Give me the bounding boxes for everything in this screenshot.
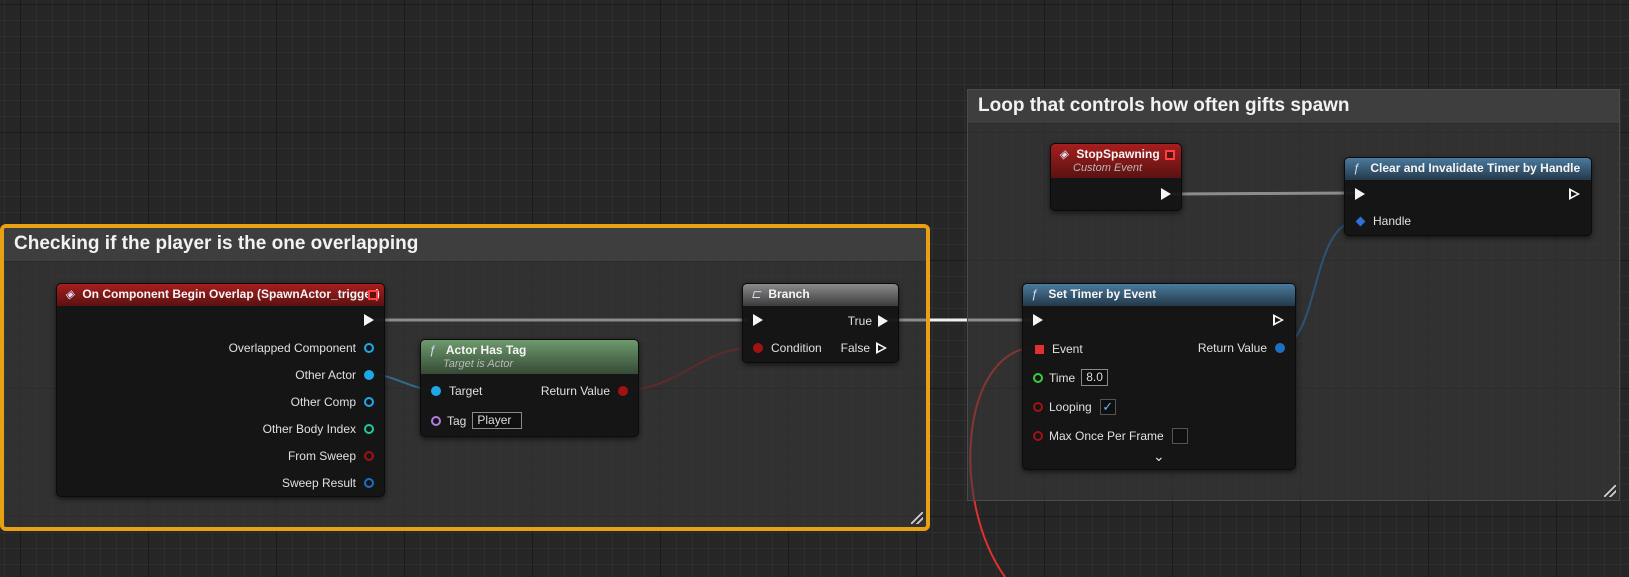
exec-out-pin[interactable] xyxy=(1161,188,1171,200)
max-once-checkbox[interactable] xyxy=(1171,428,1188,444)
node-header: ◈ StopSpawning Custom Event xyxy=(1051,144,1181,178)
exec-out-pin[interactable] xyxy=(364,314,374,326)
bool-pin-icon xyxy=(1033,431,1043,441)
function-icon: ƒ xyxy=(1353,161,1360,175)
comment-title: Checking if the player is the one overla… xyxy=(4,228,926,262)
node-header: ƒ Actor Has Tag Target is Actor xyxy=(421,340,638,374)
pin-return-value[interactable]: Return Value xyxy=(541,384,628,398)
object-pin-icon xyxy=(431,386,441,396)
function-icon: ƒ xyxy=(1031,287,1038,301)
node-stop-spawning[interactable]: ◈ StopSpawning Custom Event xyxy=(1050,143,1182,211)
pin-tag[interactable]: Tag Player xyxy=(431,412,523,429)
exec-in-pin[interactable] xyxy=(1033,314,1043,326)
event-icon: ◈ xyxy=(65,287,75,301)
pin-sweep-result[interactable]: Sweep Result xyxy=(282,476,374,490)
resize-grip-icon[interactable] xyxy=(1604,485,1616,497)
node-header: ⊏ Branch xyxy=(743,284,898,306)
exec-in-pin[interactable] xyxy=(1355,188,1365,200)
exec-in-icon xyxy=(753,314,763,326)
delegate-pin-icon[interactable] xyxy=(1165,150,1175,160)
float-pin-icon xyxy=(1033,372,1043,383)
delegate-pin-icon[interactable] xyxy=(368,290,378,300)
bool-pin-icon xyxy=(1033,402,1043,412)
node-set-timer-by-event[interactable]: ƒ Set Timer by Event Event Return Value … xyxy=(1022,283,1296,470)
pin-time[interactable]: Time 8.0 xyxy=(1033,369,1108,386)
exec-out-pin[interactable] xyxy=(1569,188,1581,200)
delegate-pin-icon xyxy=(1035,344,1044,354)
node-actor-has-tag[interactable]: ƒ Actor Has Tag Target is Actor Target R… xyxy=(420,339,639,437)
function-icon: ƒ xyxy=(429,343,436,357)
object-pin-icon xyxy=(364,397,374,407)
object-pin-icon xyxy=(364,370,374,380)
exec-out-icon xyxy=(1161,188,1171,200)
struct-pin-icon xyxy=(364,478,374,488)
resize-grip-icon[interactable] xyxy=(911,512,923,524)
pin-other-comp[interactable]: Other Comp xyxy=(291,395,374,409)
time-input[interactable]: 8.0 xyxy=(1081,369,1108,386)
bool-pin-icon xyxy=(364,451,374,461)
bool-pin-icon xyxy=(753,343,763,353)
node-clear-invalidate-timer[interactable]: ƒ Clear and Invalidate Timer by Handle H… xyxy=(1344,157,1592,236)
pin-from-sweep[interactable]: From Sweep xyxy=(288,449,374,463)
exec-in-icon xyxy=(1033,314,1043,326)
exec-out-icon xyxy=(878,315,888,327)
exec-out-pin[interactable] xyxy=(1273,314,1285,326)
pin-max-once-per-frame[interactable]: Max Once Per Frame xyxy=(1033,428,1188,444)
pin-false[interactable]: False xyxy=(841,341,888,355)
exec-out-icon xyxy=(1273,314,1285,326)
exec-out-icon xyxy=(364,314,374,326)
pin-true[interactable]: True xyxy=(848,314,888,328)
event-icon: ◈ xyxy=(1059,147,1069,161)
node-header: ƒ Clear and Invalidate Timer by Handle xyxy=(1345,158,1591,180)
chevron-down-icon: ⌄ xyxy=(1153,448,1165,464)
comment-title: Loop that controls how often gifts spawn xyxy=(968,90,1619,124)
pin-other-actor[interactable]: Other Actor xyxy=(295,368,374,382)
pin-other-body-index[interactable]: Other Body Index xyxy=(263,422,374,436)
branch-icon: ⊏ xyxy=(751,287,762,301)
exec-in-icon xyxy=(1355,188,1365,200)
pin-return-value[interactable]: Return Value xyxy=(1198,341,1285,355)
node-branch[interactable]: ⊏ Branch True Condition False xyxy=(742,283,899,363)
pin-target[interactable]: Target xyxy=(431,384,482,398)
struct-pin-icon xyxy=(1275,343,1285,353)
node-on-component-begin-overlap[interactable]: ◈ On Component Begin Overlap (SpawnActor… xyxy=(56,283,385,497)
node-header: ◈ On Component Begin Overlap (SpawnActor… xyxy=(57,284,384,306)
pin-condition[interactable]: Condition xyxy=(753,341,822,355)
exec-out-icon xyxy=(1569,188,1581,200)
pin-overlapped-component[interactable]: Overlapped Component xyxy=(229,341,374,355)
bool-pin-icon xyxy=(618,386,628,396)
pin-event[interactable]: Event xyxy=(1035,342,1083,356)
object-pin-icon xyxy=(364,343,374,353)
struct-pin-icon xyxy=(1355,216,1366,226)
name-pin-icon xyxy=(431,415,441,426)
node-header: ƒ Set Timer by Event xyxy=(1023,284,1295,306)
looping-checkbox[interactable]: ✓ xyxy=(1099,399,1116,415)
expand-advanced-button[interactable]: ⌄ xyxy=(1153,448,1165,465)
exec-in-pin[interactable] xyxy=(753,314,763,326)
tag-input[interactable]: Player xyxy=(472,412,523,429)
pin-handle[interactable]: Handle xyxy=(1355,214,1411,228)
int-pin-icon xyxy=(364,424,374,434)
exec-out-icon xyxy=(876,342,888,354)
pin-looping[interactable]: Looping ✓ xyxy=(1033,399,1116,415)
